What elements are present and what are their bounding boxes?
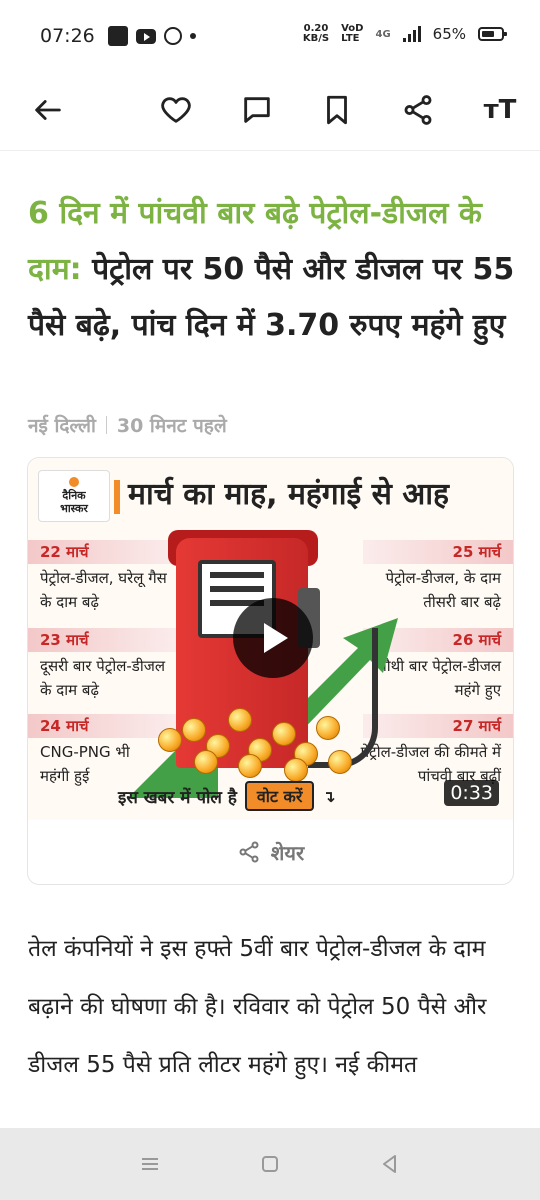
- vote-button[interactable]: वोट करें: [244, 781, 315, 811]
- home-square-icon[interactable]: [250, 1144, 290, 1184]
- poll-arrow-icon: ↴: [322, 786, 336, 806]
- date-label-right-1: 25 मार्च: [363, 540, 513, 564]
- system-nav-bar: [0, 1128, 540, 1200]
- back-triangle-icon[interactable]: [370, 1144, 410, 1184]
- article-location: नई दिल्ली: [28, 415, 96, 437]
- meta-divider: [105, 416, 107, 434]
- share-icon[interactable]: [394, 86, 442, 134]
- event-text-left-1: पेट्रोल-डीजल, घरेलू गैस के दाम बढ़े: [40, 569, 167, 611]
- network-speed: 0.20 KB/S: [303, 24, 329, 44]
- poll-text: इस खबर में पोल है: [118, 787, 237, 808]
- date-label-left-1: 22 मार्च: [28, 540, 178, 564]
- article-body: तेल कंपनियों ने इस हफ्ते 5वीं बार पेट्रो…: [28, 936, 487, 1078]
- logo-line2: भास्कर: [60, 502, 88, 515]
- back-arrow-icon[interactable]: [24, 86, 72, 134]
- article-headline: 6 दिन में पांचवी बार बढ़े पेट्रोल-डीजल क…: [28, 186, 518, 354]
- date-label-left-2: 23 मार्च: [28, 628, 178, 652]
- more-notifications-dot-icon: [190, 33, 196, 39]
- status-time: 07:26: [40, 25, 95, 47]
- poll-strip: इस खबर में पोल है वोट करें ↴: [118, 778, 336, 814]
- network-type: 4G: [375, 28, 391, 40]
- notification-icons: [108, 26, 196, 46]
- video-card: दैनिक भास्कर मार्च का माह, महंगाई से आह …: [27, 457, 514, 885]
- gold-coins-graphic: [148, 688, 358, 782]
- bookmark-icon[interactable]: [313, 86, 361, 134]
- share-button[interactable]: शेयर: [28, 820, 513, 884]
- status-bar: 07:26 0.20 KB/S VoD LTE 4G 65%: [0, 0, 540, 74]
- comment-icon[interactable]: [233, 86, 281, 134]
- title-accent-bar: [114, 480, 120, 514]
- youtube-icon: [136, 28, 156, 44]
- article-toolbar: ᴛT: [0, 74, 540, 151]
- article-time-ago: 30 मिनट पहले: [116, 415, 227, 437]
- share-label: शेयर: [270, 840, 305, 865]
- share-small-icon: [239, 841, 259, 863]
- status-indicators: 0.20 KB/S VoD LTE 4G 65%: [303, 24, 507, 44]
- menu-icon[interactable]: [130, 1144, 170, 1184]
- battery-icon: [478, 27, 507, 41]
- article-meta: नई दिल्ली 30 मिनट पहले: [28, 412, 227, 438]
- video-title: मार्च का माह, महंगाई से आह: [128, 477, 449, 512]
- heart-icon[interactable]: [152, 86, 200, 134]
- volte-bottom: LTE: [341, 33, 360, 44]
- signal-strength-icon: [402, 26, 421, 42]
- logo-line1: दैनिक: [62, 489, 86, 502]
- logo-sun-icon: [69, 477, 79, 487]
- network-speed-unit: KB/S: [302, 33, 330, 44]
- volte-indicator: VoD LTE: [341, 24, 363, 44]
- text-size-icon[interactable]: ᴛT: [476, 86, 524, 134]
- play-button[interactable]: [233, 598, 313, 678]
- bhaskar-logo: दैनिक भास्कर: [38, 470, 110, 522]
- bhaskar-app-icon: [108, 26, 128, 46]
- headline-main: पेट्रोल पर 50 पैसे और डीजल पर 55 पैसे बढ…: [28, 252, 515, 343]
- battery-percent: 65%: [432, 25, 466, 43]
- video-player[interactable]: दैनिक भास्कर मार्च का माह, महंगाई से आह …: [28, 458, 513, 820]
- video-duration: 0:33: [444, 780, 499, 806]
- whatsapp-icon: [164, 27, 182, 45]
